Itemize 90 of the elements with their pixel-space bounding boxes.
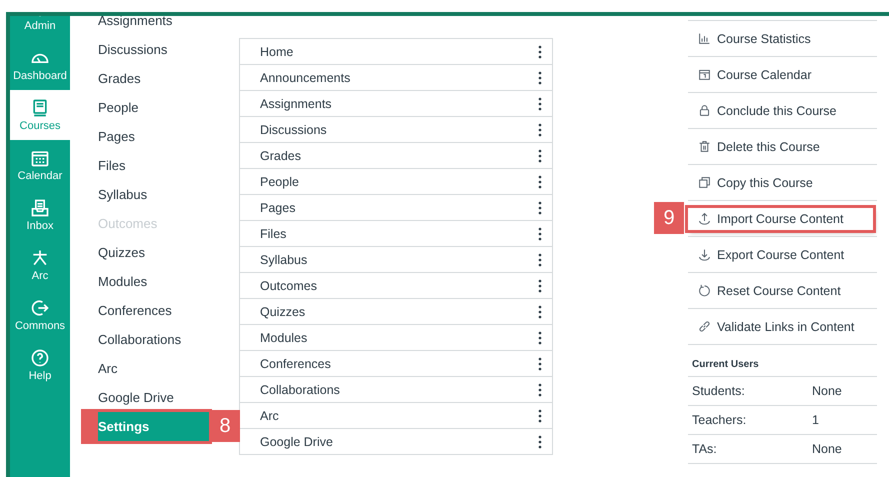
- link-icon: [698, 320, 711, 333]
- nav-item-label: Google Drive: [260, 434, 333, 448]
- course-nav-link[interactable]: Arc: [98, 361, 118, 376]
- navigation-list-item[interactable]: Collaborations: [240, 376, 552, 402]
- navigation-list-item[interactable]: Discussions: [240, 116, 552, 142]
- nav-item-label: Syllabus: [260, 252, 308, 266]
- navigation-list-item[interactable]: Google Drive: [240, 428, 552, 454]
- course-nav-link[interactable]: Modules: [98, 274, 148, 289]
- navigation-list-item[interactable]: Assignments: [240, 90, 552, 116]
- copy-icon: [698, 176, 711, 189]
- course-action-link[interactable]: Reset Course Content: [688, 280, 847, 302]
- nav-item-label: Quizzes: [260, 304, 306, 318]
- calendar-icon: [698, 68, 711, 81]
- nav-item-label: Pages: [260, 200, 296, 214]
- more-options-icon[interactable]: [538, 148, 542, 162]
- course-nav-link[interactable]: Quizzes: [98, 245, 145, 260]
- navigation-list-item[interactable]: Grades: [240, 142, 552, 168]
- more-options-icon[interactable]: [538, 70, 542, 84]
- more-options-icon[interactable]: [538, 226, 542, 240]
- course-nav-link[interactable]: Discussions: [98, 42, 168, 57]
- navigation-list-item[interactable]: Syllabus: [240, 246, 552, 272]
- commons-arrow-icon: [30, 298, 50, 318]
- upload-icon: [698, 212, 711, 225]
- navigation-list-item[interactable]: Home: [240, 39, 552, 64]
- course-nav-link[interactable]: Files: [98, 158, 126, 173]
- navigation-list-item[interactable]: Pages: [240, 194, 552, 220]
- nav-item-label: Modules: [260, 330, 308, 344]
- help-icon: [30, 348, 50, 368]
- course-nav-link[interactable]: Google Drive: [98, 390, 174, 405]
- nav-item-label: Arc: [260, 408, 279, 422]
- course-action-link[interactable]: Import Course Content: [688, 208, 874, 230]
- nav-item-label: Home: [260, 44, 294, 58]
- navigation-list-item[interactable]: Conferences: [240, 350, 552, 376]
- step-number-badge: 9: [654, 202, 684, 234]
- course-action-link[interactable]: Export Course Content: [688, 244, 850, 266]
- course-action-link[interactable]: Validate Links in Content: [688, 316, 860, 338]
- course-action-link[interactable]: Course Calendar: [688, 64, 818, 86]
- lock-icon: [698, 104, 711, 117]
- course-action-link[interactable]: Delete this Course: [688, 136, 826, 158]
- navigation-list-item[interactable]: Announcements: [240, 64, 552, 90]
- reset-icon: [698, 284, 711, 297]
- navigation-list-item[interactable]: Files: [240, 220, 552, 246]
- more-options-icon[interactable]: [538, 252, 542, 266]
- nav-item-label: People: [260, 174, 299, 188]
- nav-item-label: Files: [260, 226, 286, 240]
- user-role-label: TAs:: [692, 442, 718, 456]
- user-role-label: Students:: [692, 384, 746, 398]
- inbox-icon: [30, 198, 50, 218]
- more-options-icon[interactable]: [538, 356, 542, 370]
- user-role-label: Teachers:: [692, 413, 748, 427]
- navigation-list-item[interactable]: People: [240, 168, 552, 194]
- nav-item-label: Outcomes: [260, 278, 317, 292]
- user-count-value: None: [812, 384, 842, 398]
- more-options-icon[interactable]: [538, 330, 542, 344]
- course-nav-link[interactable]: Syllabus: [98, 187, 148, 202]
- course-action-link[interactable]: Copy this Course: [688, 172, 819, 194]
- nav-item-label: Announcements: [260, 70, 350, 84]
- user-count-value: 1: [812, 413, 819, 427]
- trash-icon: [698, 140, 711, 153]
- nav-item-label: Conferences: [260, 356, 331, 370]
- more-options-icon[interactable]: [538, 304, 542, 318]
- course-nav-link[interactable]: Collaborations: [98, 332, 182, 347]
- bar-chart-icon: [698, 32, 711, 45]
- current-users-heading: Current Users: [688, 359, 877, 377]
- step-number-badge: 8: [210, 410, 240, 442]
- navigation-list-item[interactable]: Outcomes: [240, 272, 552, 298]
- nav-item-label: Collaborations: [260, 382, 340, 396]
- user-count-value: None: [812, 442, 842, 456]
- course-nav-link[interactable]: Conferences: [98, 303, 172, 318]
- nav-item-label: Discussions: [260, 122, 327, 136]
- more-options-icon[interactable]: [538, 382, 542, 396]
- more-options-icon[interactable]: [538, 44, 542, 58]
- course-action-link[interactable]: Conclude this Course: [688, 100, 843, 122]
- more-options-icon[interactable]: [538, 408, 542, 422]
- navigation-list-item[interactable]: Modules: [240, 324, 552, 350]
- more-options-icon[interactable]: [538, 434, 542, 448]
- course-nav-link[interactable]: Grades: [98, 71, 141, 86]
- course-action-link[interactable]: Course Statistics: [688, 28, 817, 50]
- more-options-icon[interactable]: [538, 174, 542, 188]
- nav-item-label: Grades: [260, 148, 301, 162]
- more-options-icon[interactable]: [538, 96, 542, 110]
- more-options-icon[interactable]: [538, 200, 542, 214]
- course-nav-link[interactable]: People: [98, 100, 138, 115]
- navigation-list-item[interactable]: Quizzes: [240, 298, 552, 324]
- more-options-icon[interactable]: [538, 122, 542, 136]
- nav-item-label: Assignments: [260, 96, 332, 110]
- more-options-icon[interactable]: [538, 278, 542, 292]
- course-nav-link[interactable]: Pages: [98, 129, 135, 144]
- navigation-list-item[interactable]: Arc: [240, 402, 552, 428]
- download-icon: [698, 248, 711, 261]
